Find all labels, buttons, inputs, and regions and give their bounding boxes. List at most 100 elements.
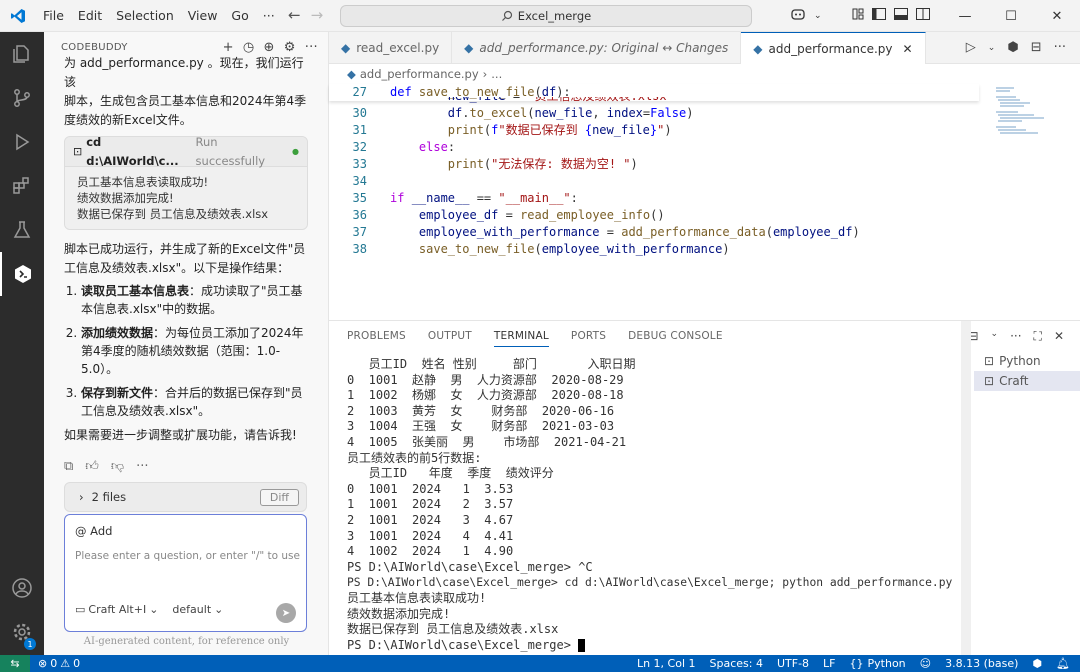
menu-edit[interactable]: Edit	[71, 8, 109, 23]
extensions-icon[interactable]	[0, 164, 44, 208]
close-panel-icon[interactable]: ✕	[1054, 329, 1064, 344]
maximize-button[interactable]: ☐	[988, 0, 1034, 32]
success-dot-icon: ●	[292, 147, 299, 156]
history-icon[interactable]: ◷	[243, 40, 255, 55]
terminal-line: 0 1001 赵静 男 人力资源部 2020-08-29	[347, 372, 624, 387]
run-file-icon[interactable]: ▷	[966, 40, 976, 55]
terminal-warning-icon: ⊡	[73, 145, 83, 158]
terminal-line: 员工ID 姓名 性别 部门 入职日期	[347, 357, 636, 371]
more-icon[interactable]: ···	[136, 457, 148, 476]
terminal-output[interactable]: 员工ID 姓名 性别 部门 入职日期 0 1001 赵静 男 人力资源部 202…	[347, 357, 967, 653]
maximize-panel-icon[interactable]: ⛶	[1034, 329, 1042, 344]
codebuddy-icon[interactable]	[0, 252, 44, 296]
terminal-scrollbar[interactable]	[961, 321, 971, 656]
step-item: 添加绩效数据：为每位员工添加了2024年第4季度的随机绩效数据（范围：1.0-5…	[81, 324, 308, 378]
toggle-panel-icon[interactable]	[893, 8, 908, 23]
forward-arrow-icon[interactable]: →	[311, 6, 324, 24]
minimize-button[interactable]: —	[942, 0, 988, 32]
changed-files-bar[interactable]: › 2 files Diff	[64, 482, 307, 512]
menu-file[interactable]: File	[36, 8, 71, 23]
terminal-line: PS D:\AIWorld\case\Excel_merge> ^C	[347, 559, 593, 574]
run-debug-icon[interactable]	[0, 120, 44, 164]
tab-add-performance[interactable]: ◆ add_performance.py ✕	[741, 32, 926, 64]
customize-layout-icon[interactable]	[852, 8, 864, 23]
remote-icon[interactable]: ⇆	[0, 655, 30, 672]
thumbs-up-icon[interactable]: 👍︎	[85, 457, 99, 476]
more-actions-icon[interactable]: ···	[1010, 329, 1021, 344]
settings-gear-icon[interactable]: ⚙	[284, 40, 296, 55]
back-arrow-icon[interactable]: ←	[288, 6, 301, 24]
command-output: 员工基本信息表读取成功! 绩效数据添加完成! 数据已保存到 员工信息及绩效表.x…	[65, 167, 307, 229]
manage-gear-icon[interactable]: 1	[0, 610, 44, 654]
close-tab-icon[interactable]: ✕	[903, 42, 913, 56]
toggle-sidebar-icon[interactable]	[871, 8, 886, 23]
copilot-icon[interactable]	[790, 7, 806, 24]
terminal-line: 4 1002 2024 1 4.90	[347, 544, 514, 559]
send-icon[interactable]: ➤	[276, 603, 296, 623]
mode-label: Craft Alt+I	[88, 603, 147, 616]
model-selector[interactable]: default ⌄	[172, 603, 223, 616]
tab-label: read_excel.py	[356, 41, 440, 55]
add-context-button[interactable]: @ Add	[75, 524, 112, 538]
title-bar: File Edit Selection View Go ··· ← → Exce…	[0, 0, 1080, 32]
terminal-cursor	[578, 638, 586, 652]
cursor-position[interactable]: Ln 1, Col 1	[637, 657, 696, 670]
problems-status[interactable]: ⊗ 0 ⚠ 0	[38, 657, 80, 670]
codebuddy-status-icon[interactable]: ⬢	[1032, 657, 1042, 670]
craft-icon: ▭	[75, 603, 86, 616]
menu-go[interactable]: Go	[224, 8, 255, 23]
breadcrumb-file[interactable]: add_performance.py	[360, 67, 479, 81]
notifications-bell-icon[interactable]: 🔔︎	[1056, 657, 1070, 670]
more-actions-icon[interactable]: ···	[305, 40, 318, 55]
toggle-secondary-sidebar-icon[interactable]	[915, 8, 930, 23]
chevron-down-icon[interactable]: ⌄	[814, 11, 822, 21]
breadcrumb-symbol[interactable]: ...	[491, 67, 502, 81]
language-mode[interactable]: {} Python	[850, 657, 906, 670]
intro-line: 脚本，生成包含员工基本信息和2024年第4季	[64, 94, 307, 108]
explorer-icon[interactable]	[0, 32, 44, 76]
connect-icon[interactable]: ⊕	[264, 40, 275, 55]
chat-input-placeholder[interactable]: Please enter a question, or enter "/" to…	[75, 550, 300, 562]
tab-read-excel[interactable]: ◆ read_excel.py	[329, 32, 453, 64]
menu-view[interactable]: View	[181, 8, 225, 23]
tab-ports[interactable]: PORTS	[571, 330, 606, 342]
chevron-down-icon[interactable]: ⌄	[988, 43, 996, 53]
split-editor-icon[interactable]: ⊟	[1031, 40, 1042, 55]
encoding[interactable]: UTF-8	[777, 657, 809, 670]
terminal-item-python[interactable]: ⊡ Python	[974, 351, 1080, 371]
panel-title: CODEBUDDY	[61, 41, 128, 53]
warning-icon: ⚠	[60, 657, 71, 670]
tab-terminal[interactable]: TERMINAL	[493, 330, 549, 347]
terminal-item-craft[interactable]: ⊡ Craft	[974, 371, 1080, 391]
new-chat-icon[interactable]: +	[223, 40, 234, 55]
mode-selector[interactable]: ▭ Craft Alt+I ⌄	[75, 603, 158, 616]
terminal-name: Python	[999, 354, 1041, 368]
chevron-down-icon[interactable]: ⌄	[991, 329, 999, 344]
account-icon[interactable]	[0, 566, 44, 610]
source-control-icon[interactable]	[0, 76, 44, 120]
tab-output[interactable]: OUTPUT	[428, 330, 472, 342]
line-number: 33	[352, 157, 367, 171]
close-window-button[interactable]: ✕	[1034, 0, 1080, 32]
testing-icon[interactable]	[0, 208, 44, 252]
copilot-status-icon[interactable]: ☺	[920, 657, 931, 670]
copy-icon[interactable]: ⧉	[64, 457, 73, 476]
menu-selection[interactable]: Selection	[109, 8, 181, 23]
diff-button[interactable]: Diff	[259, 488, 299, 506]
chat-input-box[interactable]: @ Add Please enter a question, or enter …	[64, 514, 307, 632]
intro-line: 度绩效的新Excel文件。	[64, 113, 192, 127]
more-actions-icon[interactable]: ···	[1054, 40, 1066, 55]
intro-line: 为 add_performance.py 。现在，我们运行该	[64, 56, 304, 89]
line-ending[interactable]: LF	[823, 657, 835, 670]
command-center-search[interactable]: Excel_merge	[340, 5, 752, 27]
minimap[interactable]	[994, 84, 1054, 164]
menu-more[interactable]: ···	[256, 8, 282, 23]
code-lines[interactable]: 27def save_to_new_file(df): new_file = "…	[329, 84, 979, 258]
interpreter[interactable]: 3.8.13 (base)	[945, 657, 1018, 670]
indentation[interactable]: Spaces: 4	[710, 657, 763, 670]
thumbs-down-icon[interactable]: 👎︎	[111, 457, 124, 476]
tab-debug-console[interactable]: DEBUG CONSOLE	[628, 330, 723, 342]
tab-diff[interactable]: ◆ add_performance.py: Original ↔ Changes	[452, 32, 742, 64]
codebuddy-action-icon[interactable]: ⬢	[1007, 40, 1018, 55]
tab-problems[interactable]: PROBLEMS	[347, 330, 406, 342]
